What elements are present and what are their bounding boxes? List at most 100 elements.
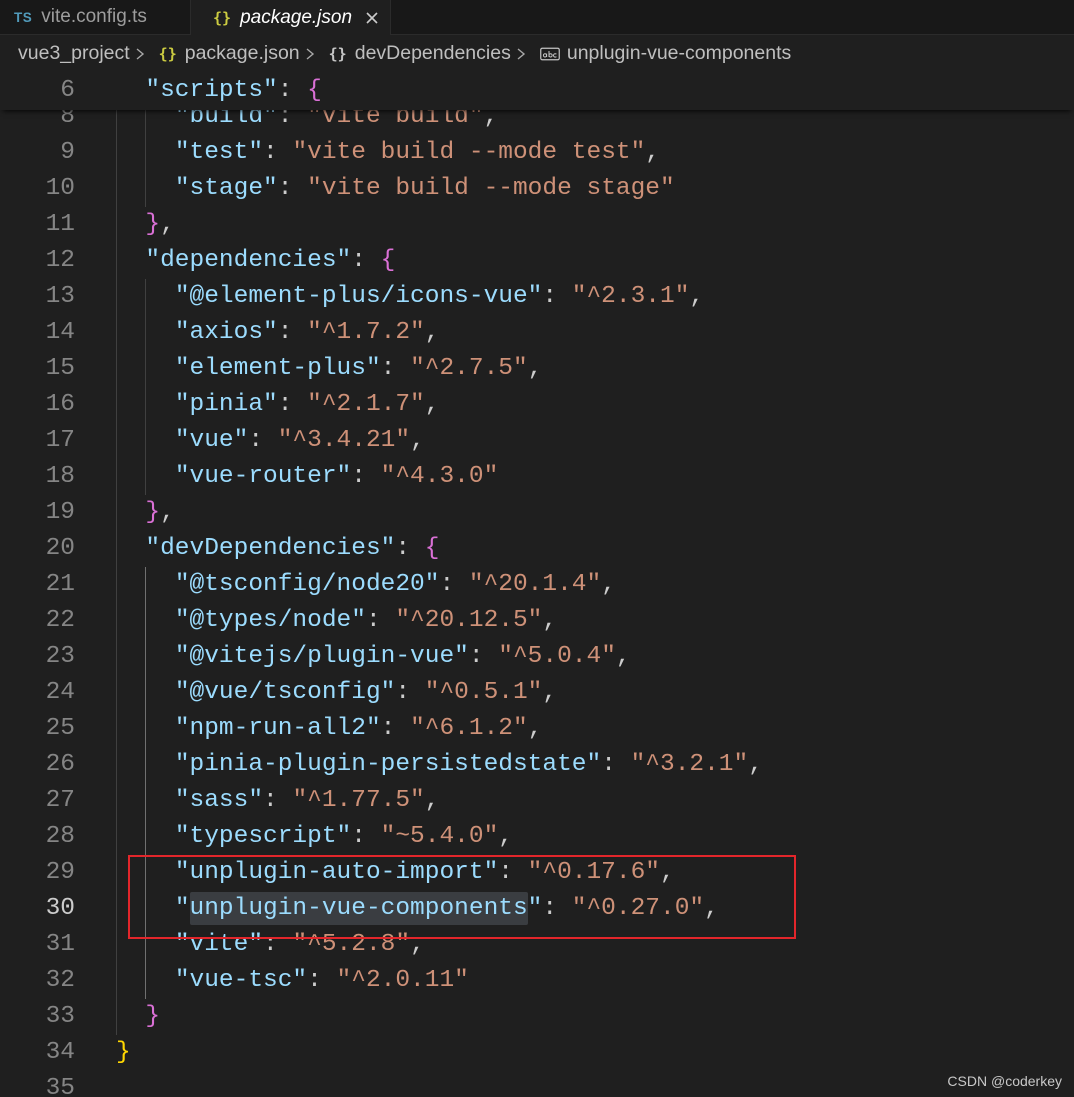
line-number: 22 bbox=[45, 607, 75, 634]
json-key: "dependencies" bbox=[145, 247, 352, 274]
json-key: "sass" bbox=[174, 787, 264, 814]
punctuation: : bbox=[395, 535, 425, 562]
line-number: 13 bbox=[45, 283, 75, 310]
punctuation: : bbox=[351, 823, 381, 850]
json-key: "vue" bbox=[174, 427, 249, 454]
code-line-content: "dependencies": { bbox=[116, 243, 395, 279]
watermark: CSDN @coderkey bbox=[947, 1073, 1062, 1089]
punctuation: : bbox=[395, 679, 425, 706]
code-line[interactable]: 11 }, bbox=[0, 207, 1074, 243]
code-line[interactable]: 23 "@vitejs/plugin-vue": "^5.0.4", bbox=[0, 639, 1074, 675]
json-string-value: "^5.0.4" bbox=[498, 643, 616, 670]
json-string-value: "^20.12.5" bbox=[395, 607, 543, 634]
breadcrumb-label: vue3_project bbox=[18, 42, 130, 64]
line-number: 6 bbox=[60, 77, 75, 104]
code-line[interactable]: 28 "typescript": "~5.4.0", bbox=[0, 819, 1074, 855]
punctuation: : bbox=[277, 319, 308, 346]
breadcrumb-item-folder[interactable]: vue3_project bbox=[18, 42, 130, 65]
sticky-scroll-header[interactable]: 6 "scripts": { bbox=[0, 72, 1074, 110]
line-number: 12 bbox=[45, 247, 75, 274]
breadcrumb-label: unplugin-vue-components bbox=[566, 42, 792, 64]
line-number: 20 bbox=[45, 535, 75, 562]
json-string-value: "^2.3.1" bbox=[571, 283, 690, 310]
code-line[interactable]: 13 "@element-plus/icons-vue": "^2.3.1", bbox=[0, 279, 1074, 315]
line-number: 30 bbox=[45, 895, 75, 922]
punctuation: , bbox=[424, 391, 440, 418]
code-line-content: "scripts": { bbox=[116, 72, 322, 110]
line-number: 34 bbox=[45, 1039, 75, 1066]
chevron-right-icon bbox=[515, 46, 527, 62]
code-line-content: "pinia": "^2.1.7", bbox=[116, 387, 440, 423]
line-number: 26 bbox=[45, 751, 75, 778]
punctuation: : bbox=[277, 77, 308, 104]
json-string-value: "^3.2.1" bbox=[630, 751, 749, 778]
bracket: { bbox=[307, 77, 322, 104]
code-line[interactable]: 12 "dependencies": { bbox=[0, 243, 1074, 279]
bracket: } bbox=[145, 499, 161, 526]
code-line[interactable]: 17 "vue": "^3.4.21", bbox=[0, 423, 1074, 459]
punctuation: , bbox=[498, 823, 513, 850]
line-number: 17 bbox=[45, 427, 75, 454]
tab-package-json[interactable]: {} package.json bbox=[191, 0, 391, 35]
close-icon[interactable] bbox=[363, 9, 381, 27]
code-line[interactable]: 14 "axios": "^1.7.2", bbox=[0, 315, 1074, 351]
code-line[interactable]: 20 "devDependencies": { bbox=[0, 531, 1074, 567]
symbol-string-icon bbox=[539, 46, 560, 62]
json-key: "pinia-plugin-persistedstate" bbox=[174, 751, 602, 778]
breadcrumb-item-property[interactable]: unplugin-vue-components bbox=[539, 42, 792, 65]
tab-vite-config-ts[interactable]: TS vite.config.ts bbox=[0, 0, 191, 35]
punctuation: , bbox=[160, 211, 175, 238]
code-line[interactable]: 34} bbox=[0, 1035, 1074, 1071]
punctuation: , bbox=[615, 643, 631, 670]
punctuation: , bbox=[542, 679, 558, 706]
json-key: "stage" bbox=[174, 175, 278, 202]
code-line[interactable]: 33 } bbox=[0, 999, 1074, 1035]
code-line[interactable]: 16 "pinia": "^2.1.7", bbox=[0, 387, 1074, 423]
code-line-content: "devDependencies": { bbox=[116, 531, 439, 567]
punctuation: , bbox=[689, 283, 705, 310]
line-number: 35 bbox=[45, 1075, 75, 1097]
code-line-content: "sass": "^1.77.5", bbox=[116, 783, 440, 819]
json-key: "typescript" bbox=[174, 823, 352, 850]
json-string-value: "vite build --mode test" bbox=[292, 139, 646, 166]
json-string-value: "^3.4.21" bbox=[277, 427, 411, 454]
punctuation: : bbox=[263, 139, 293, 166]
json-key: "npm-run-all2" bbox=[174, 715, 381, 742]
breadcrumb-item-file[interactable]: {} package.json bbox=[159, 42, 300, 65]
code-line-content: "vue-tsc": "^2.0.11" bbox=[116, 963, 469, 999]
code-line[interactable]: 19 }, bbox=[0, 495, 1074, 531]
breadcrumb-item-dev-dependencies[interactable]: {} devDependencies bbox=[329, 42, 511, 65]
code-line[interactable]: 9 "test": "vite build --mode test", bbox=[0, 135, 1074, 171]
code-line[interactable]: 24 "@vue/tsconfig": "^0.5.1", bbox=[0, 675, 1074, 711]
json-string-value: "^1.77.5" bbox=[292, 787, 425, 814]
punctuation: : bbox=[351, 463, 381, 490]
code-line-content: "vue": "^3.4.21", bbox=[116, 423, 425, 459]
code-line[interactable]: 27 "sass": "^1.77.5", bbox=[0, 783, 1074, 819]
code-line[interactable]: 21 "@tsconfig/node20": "^20.1.4", bbox=[0, 567, 1074, 603]
code-line[interactable]: 35 bbox=[0, 1071, 1074, 1097]
punctuation: , bbox=[424, 319, 440, 346]
line-number: 21 bbox=[45, 571, 75, 598]
code-line[interactable]: 32 "vue-tsc": "^2.0.11" bbox=[0, 963, 1074, 999]
code-line[interactable]: 18 "vue-router": "^4.3.0" bbox=[0, 459, 1074, 495]
code-line[interactable]: 25 "npm-run-all2": "^6.1.2", bbox=[0, 711, 1074, 747]
punctuation: : bbox=[439, 571, 469, 598]
breadcrumb: vue3_project {} package.json {} devDepen… bbox=[0, 35, 1074, 72]
code-editor[interactable]: 8 "build": "vite build", 9 "test": "vite … bbox=[0, 72, 1074, 1097]
punctuation: : bbox=[380, 715, 411, 742]
line-number: 24 bbox=[45, 679, 75, 706]
code-line-content: "element-plus": "^2.7.5", bbox=[116, 351, 543, 387]
code-line-content: "@tsconfig/node20": "^20.1.4", bbox=[116, 567, 616, 603]
code-line[interactable]: 15 "element-plus": "^2.7.5", bbox=[0, 351, 1074, 387]
code-line[interactable]: 26 "pinia-plugin-persistedstate": "^3.2.… bbox=[0, 747, 1074, 783]
breadcrumb-label: devDependencies bbox=[354, 42, 511, 64]
code-line[interactable]: 22 "@types/node": "^20.12.5", bbox=[0, 603, 1074, 639]
code-line[interactable]: 10 "stage": "vite build --mode stage" bbox=[0, 171, 1074, 207]
